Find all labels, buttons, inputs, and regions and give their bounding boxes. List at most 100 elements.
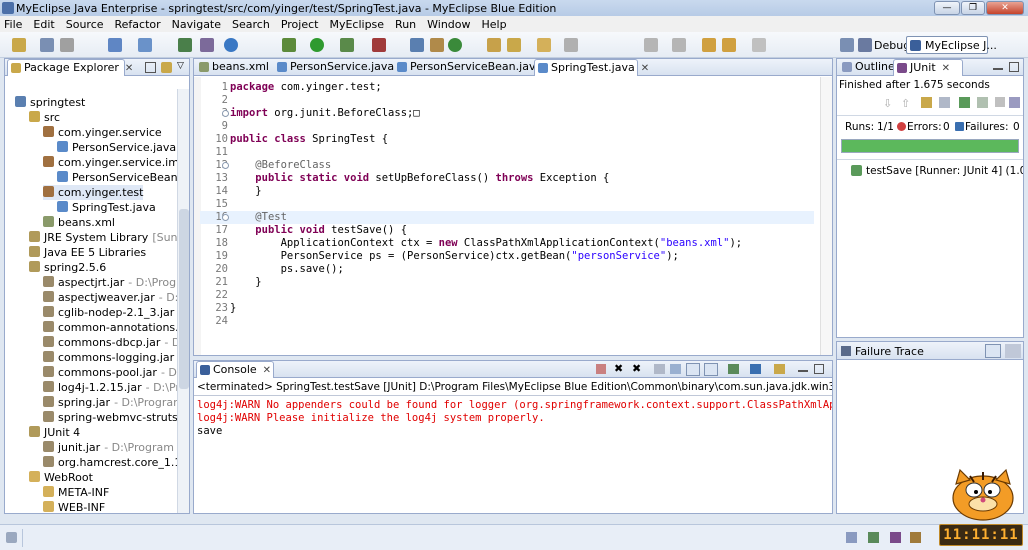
status-icon-b[interactable] (868, 532, 879, 543)
tree-item[interactable]: PersonServiceBean.jav (57, 170, 189, 185)
word-wrap-icon[interactable] (686, 363, 700, 376)
compare-results-icon[interactable] (1005, 344, 1021, 358)
folder-open-icon[interactable] (537, 38, 551, 52)
fold-icon[interactable] (222, 110, 229, 117)
close-icon[interactable]: ✕ (125, 63, 133, 74)
status-icon-c[interactable] (890, 532, 901, 543)
terminate-icon[interactable] (596, 364, 606, 374)
menu-project[interactable]: Project (281, 18, 319, 31)
tree-item[interactable]: WebRoot (29, 470, 93, 485)
minimize-view-icon[interactable] (993, 62, 1003, 70)
open-perspective-icon[interactable] (487, 38, 501, 52)
show-failures-only-icon[interactable] (921, 97, 932, 108)
annotation-icon[interactable] (564, 38, 578, 52)
menu-navigate[interactable]: Navigate (172, 18, 221, 31)
close-icon[interactable]: ✕ (942, 63, 950, 74)
collapse-all-icon[interactable] (145, 62, 156, 73)
editor-tab[interactable]: SpringTest.java ✕ (534, 59, 649, 76)
tree-item[interactable]: Java EE 5 Libraries (29, 245, 146, 260)
prev-failure-icon[interactable]: ⇧ (901, 97, 910, 110)
deploy-icon[interactable] (200, 38, 214, 52)
code-line[interactable]: public void testSave() { (230, 224, 407, 237)
fold-icon[interactable] (222, 214, 229, 221)
code-line[interactable]: public class SpringTest { (230, 133, 388, 146)
menu-file[interactable]: File (4, 18, 22, 31)
editor-tab[interactable]: PersonService.java (274, 59, 394, 76)
new-java-project-icon[interactable] (410, 38, 424, 52)
open-perspective-button-icon[interactable] (840, 38, 854, 52)
tree-item[interactable]: com.yinger.service.impl (43, 155, 189, 170)
tree-item[interactable]: org.hamcrest.core_1.1.0.v (43, 455, 189, 470)
tree-item[interactable]: aspectjrt.jar- D:\Program (43, 275, 189, 290)
menu-refactor[interactable]: Refactor (115, 18, 161, 31)
history-icon[interactable] (1009, 97, 1020, 108)
maximize-view-icon[interactable] (814, 364, 824, 374)
save-icon[interactable] (40, 38, 54, 52)
fast-view-icon[interactable] (6, 532, 17, 543)
scroll-lock-icon[interactable] (670, 364, 681, 374)
tab-console[interactable]: Console ✕ (196, 361, 274, 378)
tree-item[interactable]: common-annotations.jar (43, 320, 189, 335)
code-line[interactable]: package com.yinger.test; (230, 81, 382, 94)
tree-item[interactable]: commons-pool.jar - D:\P (43, 365, 189, 380)
nav-arrow-icon[interactable] (752, 38, 766, 52)
tab-outline[interactable]: Outline (839, 59, 895, 76)
tree-item[interactable]: com.yinger.test (43, 185, 144, 200)
forward-icon[interactable] (722, 38, 736, 52)
status-icon-a[interactable] (846, 532, 857, 543)
remove-all-icon[interactable]: ✖ (632, 362, 641, 375)
maximize-button[interactable]: ❐ (961, 1, 985, 15)
menu-run[interactable]: Run (395, 18, 416, 31)
tree-item[interactable]: commons-dbcp.jar- D:\P (43, 335, 189, 350)
tree-item[interactable]: META-INF (43, 485, 109, 500)
new-package-icon[interactable] (430, 38, 444, 52)
link-editor-icon[interactable] (161, 62, 172, 73)
menu-help[interactable]: Help (482, 18, 507, 31)
tree-item[interactable]: WEB-INF (43, 500, 105, 513)
code-line[interactable]: @Test (230, 211, 287, 224)
tab-junit[interactable]: JUnit ✕ (893, 59, 963, 76)
next-annotation-icon[interactable] (644, 38, 658, 52)
close-icon[interactable]: ✕ (641, 63, 649, 74)
rerun-icon[interactable] (959, 97, 970, 108)
test-result-row[interactable]: testSave [Runner: JUnit 4] (1.049 s) (851, 165, 1023, 177)
status-icon-d[interactable] (910, 532, 921, 543)
tree-item[interactable]: com.yinger.service (43, 125, 162, 140)
explorer-scrollbar[interactable] (177, 89, 189, 513)
browser-icon[interactable] (224, 38, 238, 52)
menu-search[interactable]: Search (232, 18, 270, 31)
filter-stack-icon[interactable] (985, 344, 1001, 358)
close-icon[interactable]: ✕ (263, 365, 271, 376)
menu-window[interactable]: Window (427, 18, 470, 31)
code-line[interactable]: } (230, 276, 261, 289)
new-icon[interactable] (12, 38, 26, 52)
tab-package-explorer[interactable]: Package Explorer ✕ (7, 59, 133, 76)
code-line[interactable]: @BeforeClass (230, 159, 331, 172)
server-icon[interactable] (178, 38, 192, 52)
pin-console-icon[interactable] (704, 363, 718, 376)
open-type-icon[interactable] (138, 38, 152, 52)
prev-annotation-icon[interactable] (672, 38, 686, 52)
code-line[interactable]: } (230, 302, 236, 315)
new-wizard-icon[interactable] (108, 38, 122, 52)
debug-icon[interactable] (282, 38, 296, 52)
tree-item[interactable]: beans.xml (43, 215, 115, 230)
search-icon[interactable] (507, 38, 521, 52)
rerun-failed-icon[interactable] (977, 97, 988, 108)
code-line[interactable]: import org.junit.BeforeClass;□ (230, 107, 420, 120)
explorer-scrollbar-thumb[interactable] (179, 209, 189, 389)
code-view[interactable]: 1package com.yinger.test; 23 import org.ju… (200, 77, 814, 355)
display-console-icon[interactable] (728, 364, 739, 374)
minimize-view-icon[interactable] (798, 364, 808, 372)
run-external-icon[interactable] (340, 38, 354, 52)
new-class-icon[interactable] (448, 38, 462, 52)
fold-icon[interactable] (222, 162, 229, 169)
tree-item[interactable]: commons-logging.jar- D (43, 350, 189, 365)
minimize-button[interactable]: — (934, 1, 960, 15)
new-console-icon[interactable] (774, 364, 785, 374)
menu-source[interactable]: Source (66, 18, 104, 31)
tree-item[interactable]: PersonService.java (57, 140, 176, 155)
stop-icon[interactable] (995, 97, 1005, 107)
maximize-view-icon[interactable] (1009, 62, 1019, 72)
back-icon[interactable] (702, 38, 716, 52)
